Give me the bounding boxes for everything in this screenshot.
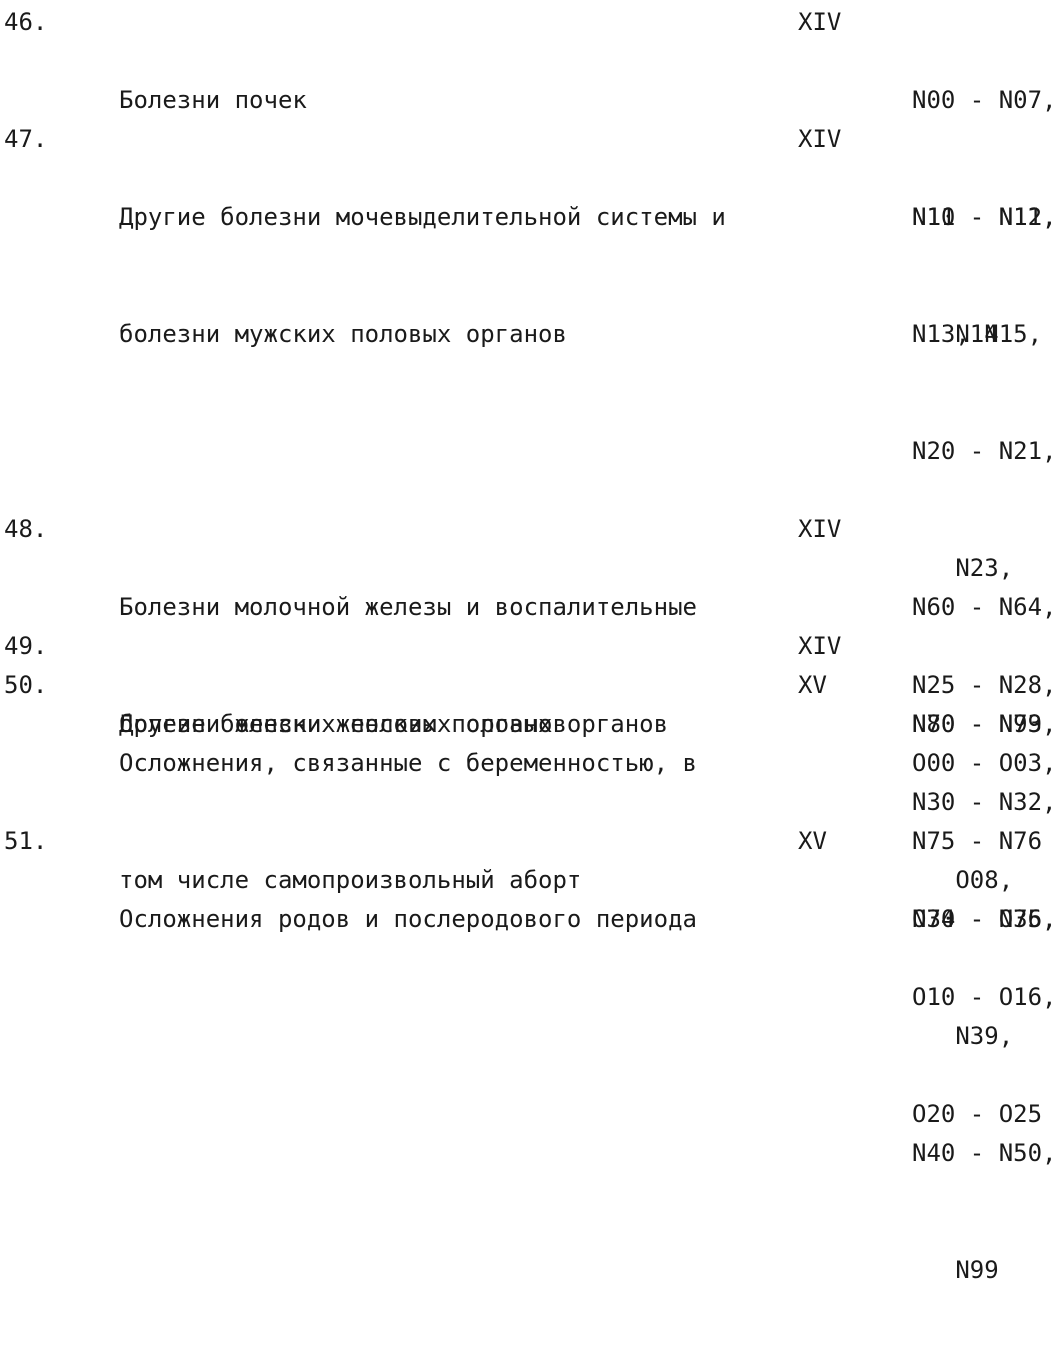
disease-name-line: Осложнения, связанные с беременностью, в: [119, 749, 697, 777]
icd-codes: O70 - O75,: [912, 822, 1055, 1017]
disease-name: Другие болезни мочевыделительной системы…: [119, 120, 779, 432]
code-line: O70 - O75,: [912, 905, 1055, 933]
row-number: 51.: [4, 827, 48, 855]
disease-name-line: Болезни почек: [119, 86, 307, 114]
row-number: 48.: [4, 515, 48, 543]
code-line: N20 - N21,: [912, 437, 1055, 465]
icd-class: XIV: [798, 125, 842, 153]
code-line: N00 - N07,: [912, 86, 1055, 114]
code-line: N99: [912, 1256, 999, 1284]
row-number: 49.: [4, 632, 48, 660]
icd-class: XIV: [798, 632, 842, 660]
disease-name-line: Осложнения родов и послеродового периода: [119, 905, 697, 933]
disease-name-line: Другие болезни мочевыделительной системы…: [119, 203, 726, 231]
code-line: N10 - N11,: [912, 203, 1055, 231]
row-number: 47.: [4, 125, 48, 153]
row-number: 50.: [4, 671, 48, 699]
code-line: O20 - O25: [912, 1100, 1043, 1128]
disease-name-line: болезни мужских половых органов: [119, 320, 567, 348]
icd-class: XV: [798, 827, 827, 855]
icd-class: XIV: [798, 515, 842, 543]
icd-class: XIV: [798, 8, 842, 36]
icd-class: XV: [798, 671, 827, 699]
icd-table: 46. Болезни почек XIV N00 - N07, N11 - N…: [0, 0, 1055, 1284]
code-line: N13, N15,: [912, 320, 1043, 348]
code-line: O00 - O03,: [912, 749, 1055, 777]
row-number: 46.: [4, 8, 48, 36]
disease-name: Осложнения родов и послеродового периода: [119, 822, 779, 1017]
code-line: N60 - N64,: [912, 593, 1055, 621]
disease-name-line: Болезни молочной железы и воспалительные: [119, 593, 697, 621]
